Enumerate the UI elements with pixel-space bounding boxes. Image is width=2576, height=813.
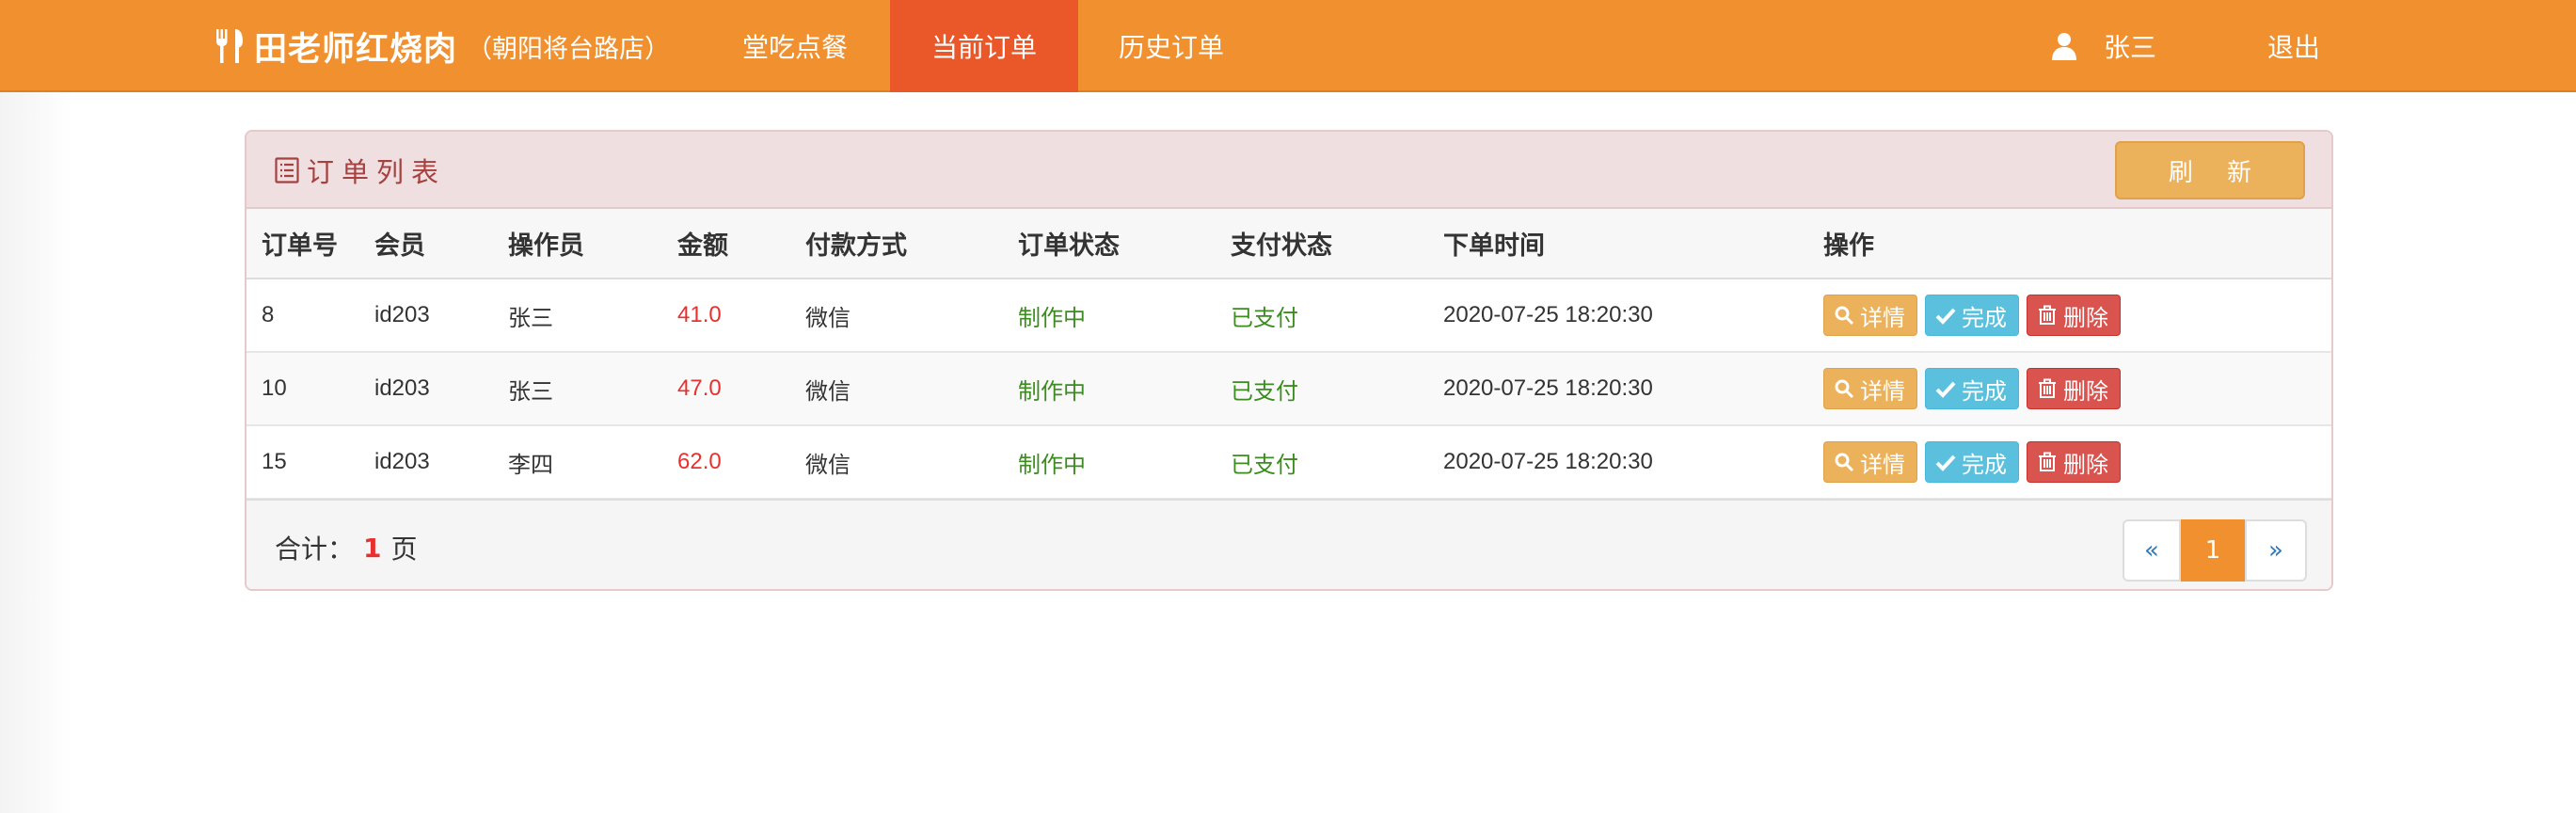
- page-side-shade: [0, 92, 73, 813]
- utensils-icon: [216, 29, 243, 63]
- detail-button[interactable]: 详情: [1823, 295, 1917, 336]
- pager-current-page[interactable]: 1: [2181, 519, 2245, 582]
- check-icon: [1935, 308, 1956, 325]
- panel-heading: 订单列表 刷 新: [246, 132, 2331, 209]
- cell-order-time: 2020-07-25 18:20:30: [1428, 279, 1808, 353]
- detail-label: 详情: [1860, 452, 1905, 478]
- cell-order-time: 2020-07-25 18:20:30: [1428, 425, 1808, 500]
- user-menu[interactable]: 张三: [2051, 0, 2156, 92]
- col-order-id: 订单号: [246, 209, 359, 279]
- complete-button[interactable]: 完成: [1925, 441, 2019, 483]
- top-navbar: 田老师红烧肉 （朝阳将台路店） 堂吃点餐 当前订单 历史订单 张三 退出: [0, 0, 2576, 92]
- cell-order-status: 制作中: [1003, 352, 1216, 426]
- col-actions: 操作: [1808, 209, 2331, 279]
- check-icon: [1935, 454, 1956, 471]
- detail-button[interactable]: 详情: [1823, 368, 1917, 409]
- cell-actions: 详情 完成 删除: [1808, 279, 2331, 353]
- check-icon: [1935, 381, 1956, 398]
- col-order-status: 订单状态: [1003, 209, 1216, 279]
- delete-button[interactable]: 删除: [2027, 368, 2121, 409]
- cell-pay-status: 已支付: [1216, 425, 1428, 500]
- detail-label: 详情: [1860, 305, 1905, 331]
- delete-label: 删除: [2063, 452, 2108, 478]
- col-operator: 操作员: [493, 209, 662, 279]
- refresh-button[interactable]: 刷 新: [2115, 141, 2305, 199]
- complete-label: 完成: [1962, 378, 2007, 405]
- table-row: 8 id203 张三 41.0 微信 制作中 已支付 2020-07-25 18…: [246, 279, 2331, 353]
- table-row: 15 id203 李四 62.0 微信 制作中 已支付 2020-07-25 1…: [246, 425, 2331, 500]
- trash-icon: [2039, 305, 2056, 325]
- cell-member: id203: [359, 279, 493, 353]
- user-icon: [2052, 33, 2076, 60]
- total-pages: 1: [363, 532, 382, 564]
- cell-pay-status: 已支付: [1216, 279, 1428, 353]
- trash-icon: [2039, 452, 2056, 471]
- order-list-panel: 订单列表 刷 新 订单号 会员 操作员 金额 付款方式 订单状态 支付状态 下单…: [245, 130, 2333, 591]
- brand[interactable]: 田老师红烧肉 （朝阳将台路店）: [215, 0, 670, 92]
- brand-branch: （朝阳将台路店）: [467, 34, 671, 64]
- detail-label: 详情: [1860, 378, 1905, 405]
- nav-current-orders[interactable]: 当前订单: [890, 0, 1078, 92]
- cell-operator: 张三: [493, 279, 662, 353]
- logout-link[interactable]: 退出: [2267, 0, 2320, 92]
- pager-prev[interactable]: «: [2123, 519, 2181, 582]
- cell-order-id: 8: [246, 279, 359, 353]
- delete-label: 删除: [2063, 378, 2108, 405]
- col-member: 会员: [359, 209, 493, 279]
- panel-title: 订单列表: [275, 132, 446, 209]
- nav-history-orders[interactable]: 历史订单: [1091, 0, 1251, 92]
- total-prefix: 合计：: [275, 534, 355, 565]
- complete-label: 完成: [1962, 452, 2007, 478]
- nav-dine-in-order[interactable]: 堂吃点餐: [715, 0, 875, 92]
- cell-amount: 41.0: [662, 279, 790, 353]
- search-icon: [1835, 453, 1854, 472]
- detail-button[interactable]: 详情: [1823, 441, 1917, 483]
- user-name: 张三: [2104, 32, 2157, 63]
- complete-button[interactable]: 完成: [1925, 368, 2019, 409]
- cell-member: id203: [359, 352, 493, 426]
- cell-amount: 62.0: [662, 425, 790, 500]
- list-icon: [275, 157, 299, 183]
- pager-next[interactable]: »: [2245, 519, 2307, 582]
- cell-amount: 47.0: [662, 352, 790, 426]
- col-order-time: 下单时间: [1428, 209, 1808, 279]
- cell-order-id: 10: [246, 352, 359, 426]
- total-suffix: 页: [390, 534, 418, 565]
- cell-actions: 详情 完成 删除: [1808, 425, 2331, 500]
- panel-title-text: 订单列表: [307, 156, 447, 188]
- col-payment-method: 付款方式: [790, 209, 1003, 279]
- search-icon: [1835, 306, 1854, 326]
- cell-order-time: 2020-07-25 18:20:30: [1428, 352, 1808, 426]
- complete-button[interactable]: 完成: [1925, 295, 2019, 336]
- col-pay-status: 支付状态: [1216, 209, 1428, 279]
- search-icon: [1835, 379, 1854, 399]
- cell-order-id: 15: [246, 425, 359, 500]
- cell-payment-method: 微信: [790, 352, 1003, 426]
- pagination: « 1 »: [2123, 519, 2307, 582]
- table-row: 10 id203 张三 47.0 微信 制作中 已支付 2020-07-25 1…: [246, 352, 2331, 426]
- delete-button[interactable]: 删除: [2027, 295, 2121, 336]
- orders-table: 订单号 会员 操作员 金额 付款方式 订单状态 支付状态 下单时间 操作 8 i…: [246, 209, 2331, 500]
- cell-member: id203: [359, 425, 493, 500]
- table-header-row: 订单号 会员 操作员 金额 付款方式 订单状态 支付状态 下单时间 操作: [246, 209, 2331, 279]
- cell-payment-method: 微信: [790, 425, 1003, 500]
- trash-icon: [2039, 378, 2056, 398]
- col-amount: 金额: [662, 209, 790, 279]
- cell-operator: 张三: [493, 352, 662, 426]
- cell-operator: 李四: [493, 425, 662, 500]
- complete-label: 完成: [1962, 305, 2007, 331]
- brand-name: 田老师红烧肉: [254, 30, 458, 69]
- cell-order-status: 制作中: [1003, 279, 1216, 353]
- page-total: 合计： 1 页: [275, 501, 418, 589]
- cell-actions: 详情 完成 删除: [1808, 352, 2331, 426]
- panel-footer: 合计： 1 页 « 1 »: [246, 499, 2331, 589]
- cell-pay-status: 已支付: [1216, 352, 1428, 426]
- cell-payment-method: 微信: [790, 279, 1003, 353]
- cell-order-status: 制作中: [1003, 425, 1216, 500]
- delete-label: 删除: [2063, 305, 2108, 331]
- delete-button[interactable]: 删除: [2027, 441, 2121, 483]
